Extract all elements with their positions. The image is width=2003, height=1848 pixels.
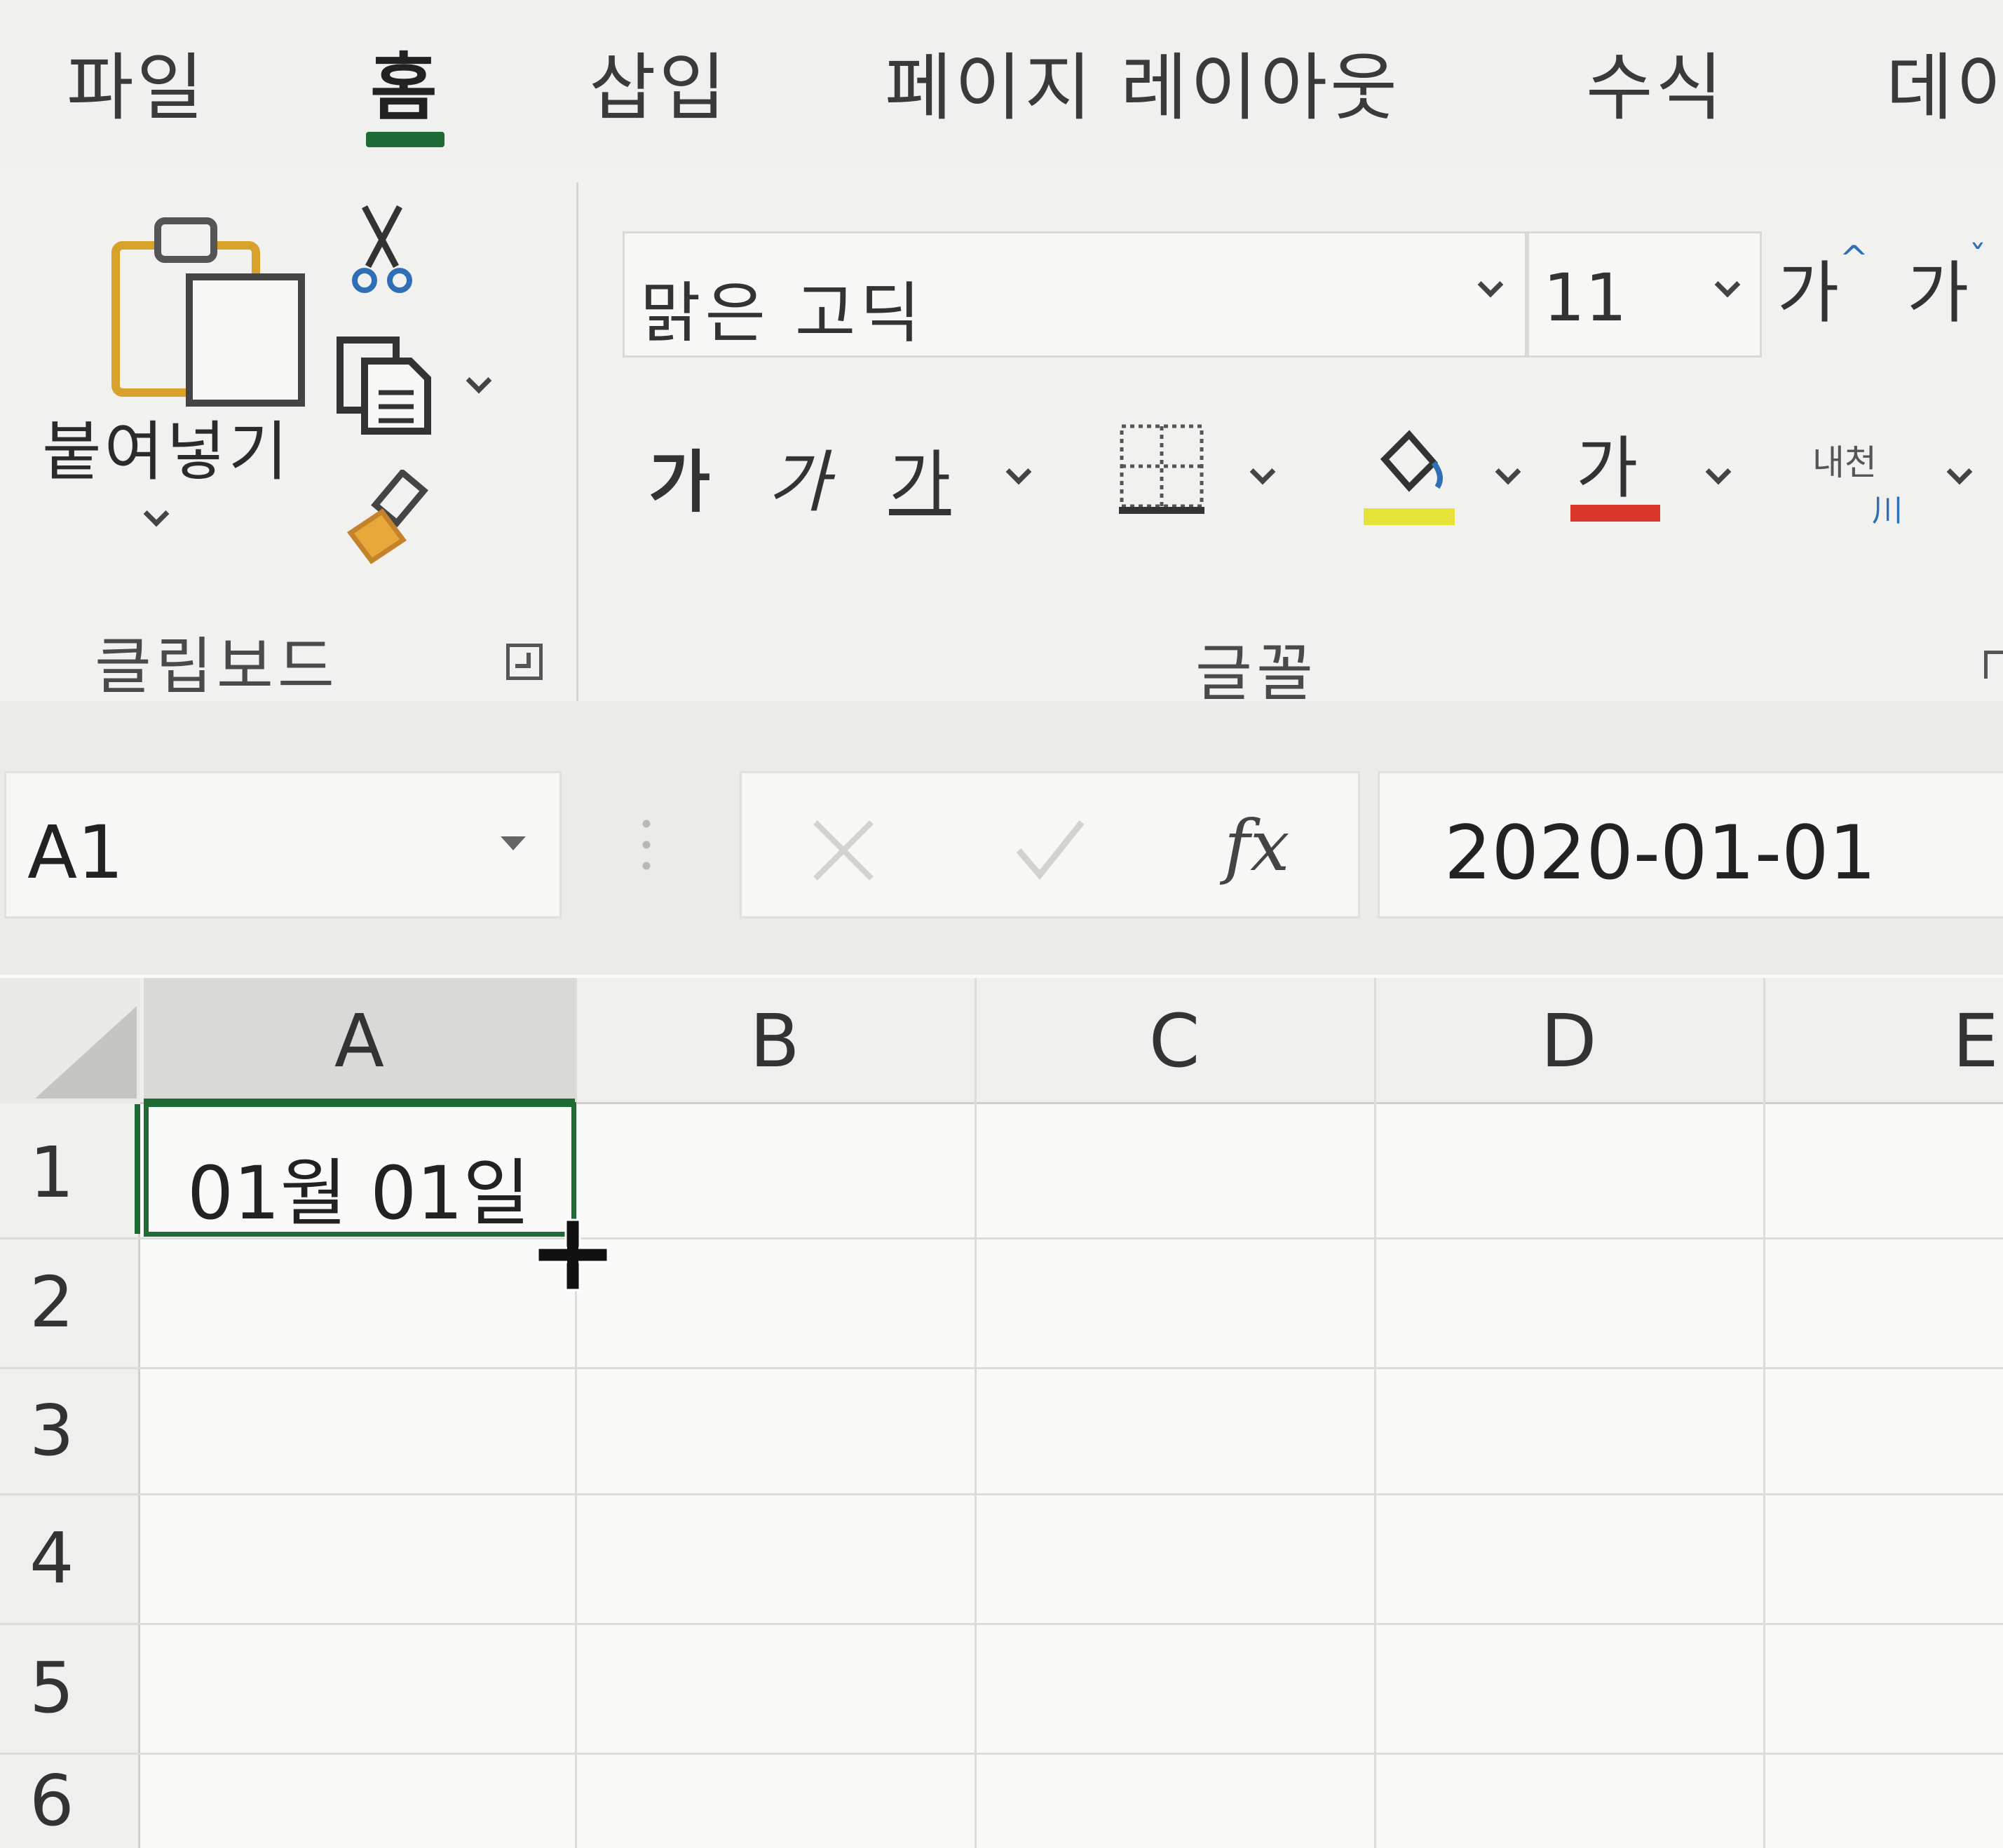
phonetic-chevron-icon[interactable] xyxy=(1946,458,1973,485)
formula-bar-area: A1 fx 2020-01-01 xyxy=(0,701,2003,974)
fill-color-icon[interactable] xyxy=(1364,421,1455,526)
clipboard-dialog-launcher-icon[interactable] xyxy=(506,644,543,680)
font-dialog-launcher-icon[interactable] xyxy=(1984,651,2003,679)
row-header-4[interactable]: 4 xyxy=(0,1493,140,1623)
column-header-b[interactable]: B xyxy=(575,978,975,1104)
font-name-value: 맑은 고딕 xyxy=(640,276,925,352)
column-header-e[interactable]: E xyxy=(1763,978,2003,1104)
cut-icon[interactable] xyxy=(347,203,417,294)
group-separator xyxy=(576,182,578,701)
formula-buttons: fx xyxy=(740,771,1360,918)
phonetic-guide-button[interactable]: 내천 川 xyxy=(1812,435,1903,530)
underline-button[interactable]: 가 xyxy=(889,428,951,525)
copy-options-chevron-icon[interactable] xyxy=(466,367,492,394)
gridline xyxy=(1374,978,1376,1848)
chevron-down-icon xyxy=(1714,271,1741,298)
font-size-value: 11 xyxy=(1543,260,1627,337)
clipboard-group-label: 클립보드 xyxy=(95,630,339,702)
font-color-chevron-icon[interactable] xyxy=(1705,458,1732,485)
bold-button[interactable]: 가 xyxy=(649,428,710,525)
decrease-font-size-button[interactable]: 가ˇ xyxy=(1907,238,1986,336)
row-header-6[interactable]: 6 xyxy=(0,1753,140,1848)
gridline xyxy=(0,1753,2003,1755)
gridline xyxy=(1763,978,1765,1848)
tab-formulas[interactable]: 수식 xyxy=(1586,28,1725,134)
font-name-dropdown[interactable]: 맑은 고딕 xyxy=(623,231,1527,358)
select-all-triangle-icon xyxy=(35,1006,137,1099)
active-tab-indicator xyxy=(366,132,444,147)
font-size-dropdown[interactable]: 11 xyxy=(1527,231,1762,358)
cell-a1[interactable]: 01월 01일 xyxy=(144,1102,576,1237)
increase-font-size-button[interactable]: 가^ xyxy=(1777,238,1868,336)
cell-a1-value: 01월 01일 xyxy=(187,1150,531,1236)
paste-icon xyxy=(111,217,305,407)
column-header-d[interactable]: D xyxy=(1374,978,1763,1104)
tab-file[interactable]: 파일 xyxy=(67,28,206,134)
chevron-down-icon xyxy=(1477,271,1504,298)
caret-up-icon: ^ xyxy=(1839,238,1869,279)
gridline xyxy=(0,1367,2003,1369)
paste-label: 붙여넣기 xyxy=(42,414,291,489)
chevron-down-icon xyxy=(143,501,170,527)
grip-handle-icon[interactable] xyxy=(641,813,651,876)
crosshair-cursor-icon xyxy=(536,1218,609,1291)
caret-down-icon: ˇ xyxy=(1969,238,1987,279)
column-header-c[interactable]: C xyxy=(975,978,1374,1104)
select-all-button[interactable] xyxy=(0,978,140,1104)
tab-insert[interactable]: 삽입 xyxy=(589,28,728,134)
gridline xyxy=(0,1623,2003,1625)
fill-color-swatch xyxy=(1364,508,1455,525)
paste-button[interactable]: 붙여넣기 xyxy=(35,182,305,561)
format-painter-icon[interactable] xyxy=(337,470,435,568)
tab-home[interactable]: 홈 xyxy=(370,28,440,134)
confirm-entry-icon[interactable] xyxy=(1012,815,1089,885)
borders-icon[interactable] xyxy=(1116,421,1207,519)
name-box-dropdown-icon[interactable] xyxy=(501,836,526,850)
borders-options-chevron-icon[interactable] xyxy=(1249,458,1276,485)
italic-button[interactable]: 가 xyxy=(768,428,829,525)
phonetic-icon: 川 xyxy=(1872,493,1903,529)
fill-color-chevron-icon[interactable] xyxy=(1495,458,1521,485)
column-header-a[interactable]: A xyxy=(144,978,575,1104)
font-color-button[interactable]: 가 xyxy=(1576,414,1638,511)
ribbon-home: 붙여넣기 클립보드 맑은 고딕 11 가^ 가ˇ 가 가 가 가 내천 川 글꼴 xyxy=(0,168,2003,709)
insert-function-icon[interactable]: fx xyxy=(1224,805,1289,887)
tab-page-layout[interactable]: 페이지 레이아웃 xyxy=(885,28,1400,134)
font-color-swatch xyxy=(1570,505,1660,522)
row-header-3[interactable]: 3 xyxy=(0,1367,140,1493)
copy-icon[interactable] xyxy=(333,333,438,438)
ribbon-tab-bar: 파일 홈 삽입 페이지 레이아웃 수식 데이 xyxy=(0,0,2003,168)
tab-data[interactable]: 데이 xyxy=(1886,28,2003,134)
gridline xyxy=(0,1493,2003,1495)
formula-input[interactable]: 2020-01-01 xyxy=(1378,771,2003,918)
underline-options-chevron-icon[interactable] xyxy=(1005,458,1032,485)
row-header-2[interactable]: 2 xyxy=(0,1237,140,1367)
gridline xyxy=(975,978,977,1848)
formula-value: 2020-01-01 xyxy=(1444,810,1877,896)
name-box[interactable]: A1 xyxy=(4,771,562,918)
cancel-entry-icon[interactable] xyxy=(808,815,878,885)
font-group-label: 글꼴 xyxy=(1195,637,1317,709)
row-header-5[interactable]: 5 xyxy=(0,1623,140,1753)
name-box-value: A1 xyxy=(27,810,124,895)
row-header-1[interactable]: 1 xyxy=(0,1108,140,1237)
